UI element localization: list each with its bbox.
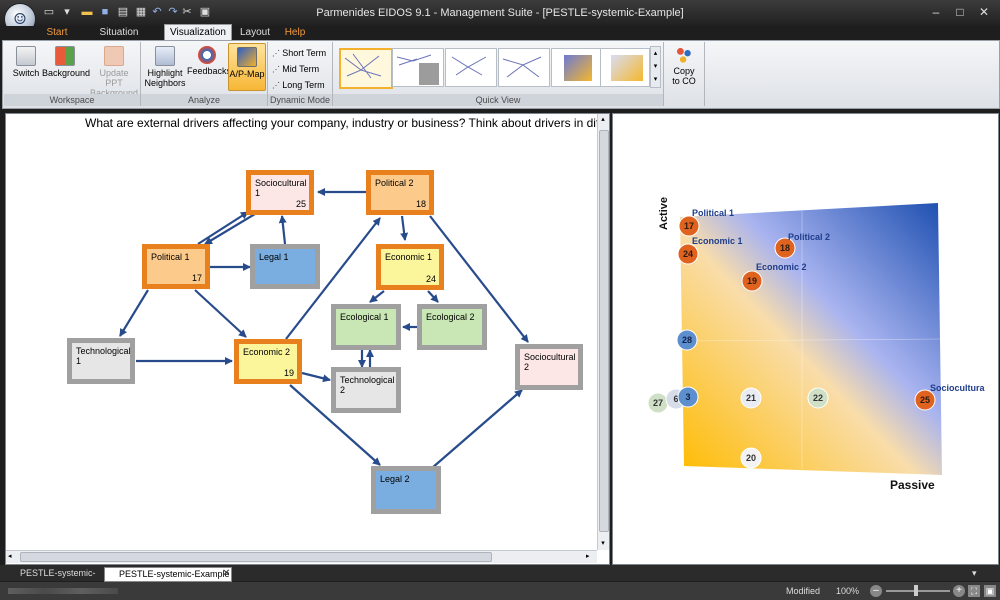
doc-tab-label: PESTLE-systemic-Example xyxy=(119,569,230,579)
ap-bubble-number: 21 xyxy=(746,393,756,403)
fit-page-icon[interactable]: ⛶ xyxy=(968,585,980,597)
status-modified: Modified xyxy=(786,586,821,596)
node-number: 17 xyxy=(191,273,202,283)
ap-bubble-number: 19 xyxy=(747,276,757,286)
scroll-up-icon[interactable]: ▴ xyxy=(599,116,607,124)
minimize-button[interactable]: – xyxy=(926,4,946,20)
arrow-sociocultural1-political1 xyxy=(204,213,256,245)
quick-view-thumb-6[interactable] xyxy=(600,48,650,87)
tab-list-dropdown-icon[interactable]: ▾ xyxy=(972,567,977,580)
vertical-scroll-thumb[interactable] xyxy=(599,130,609,532)
arrow-economic1-ecological1 xyxy=(369,290,385,303)
arrow-economic1-ecological2 xyxy=(427,290,439,303)
status-info-blurred xyxy=(8,588,118,594)
node-number: 25 xyxy=(295,199,306,209)
node-label: Political 1 xyxy=(151,252,190,262)
ap-label-political-1: Political 1 xyxy=(692,208,735,218)
zoom-out-icon[interactable]: – xyxy=(870,585,882,597)
node-label: Legal 1 xyxy=(259,252,289,262)
arrow-political2-economic1 xyxy=(400,215,409,241)
arrow-political1-economic2 xyxy=(194,289,247,338)
horizontal-scrollbar[interactable]: ◂ ▸ xyxy=(6,550,597,563)
vertical-scrollbar[interactable]: ▴ ▾ xyxy=(597,114,609,550)
axis-label-passive: Passive xyxy=(890,478,935,492)
zoom-slider[interactable] xyxy=(886,590,950,592)
copy-to-co-icon xyxy=(675,46,693,64)
zoom-slider-thumb[interactable] xyxy=(914,585,918,596)
node-label: Technological 2 xyxy=(340,375,395,395)
node-label: Ecological 1 xyxy=(340,312,389,322)
ap-bubble-number: 20 xyxy=(746,453,756,463)
scroll-left-icon[interactable]: ◂ xyxy=(8,552,16,561)
node-label: Legal 2 xyxy=(380,474,410,484)
copy-to-co-button[interactable]: Copy to CO xyxy=(666,46,702,86)
ap-bubble-number: 27 xyxy=(653,398,663,408)
node-label: Economic 1 xyxy=(385,252,433,262)
ap-bubble-number: 17 xyxy=(684,221,694,231)
ap-label-political-2: Political 2 xyxy=(788,232,831,242)
arrow-legal1-sociocultural1 xyxy=(278,215,287,245)
node-political-2[interactable]: Political 2 18 xyxy=(366,170,434,215)
node-number: 18 xyxy=(415,199,426,209)
ap-label-sociocultural: Sociocultura xyxy=(930,383,985,393)
node-label: Sociocultural 1 xyxy=(255,178,307,198)
ap-bubble-number: 22 xyxy=(813,393,823,403)
node-label: Technological 1 xyxy=(76,346,131,366)
ap-label-economic-2: Economic 2 xyxy=(756,262,807,272)
node-technological-2[interactable]: Technological 2 xyxy=(331,367,401,413)
fit-width-icon[interactable]: ▣ xyxy=(984,585,996,597)
ap-bubble-number: 3 xyxy=(685,392,690,402)
doc-tab-example[interactable]: PESTLE-systemic-Example xyxy=(104,567,232,582)
status-zoom-level: 100% xyxy=(836,586,860,596)
node-label: Economic 2 xyxy=(243,347,291,357)
node-technological-1[interactable]: Technological 1 xyxy=(67,338,135,384)
arrow-political1-sociocultural1 xyxy=(197,211,249,245)
node-sociocultural-1[interactable]: Sociocultural 1 25 xyxy=(246,170,314,215)
ap-bubble-number: 25 xyxy=(920,395,930,405)
node-label: Ecological 2 xyxy=(426,312,475,322)
node-number: 24 xyxy=(425,274,436,284)
node-legal-1[interactable]: Legal 1 xyxy=(250,244,320,289)
node-political-1[interactable]: Political 1 17 xyxy=(142,244,210,289)
copy-label-2: to CO xyxy=(672,76,696,86)
axis-label-active: Active xyxy=(658,196,670,230)
arrow-legal2-sociocultural2 xyxy=(431,389,523,469)
node-sociocultural-2[interactable]: Sociocultural 2 xyxy=(515,344,583,390)
arrow-economic2-technological2 xyxy=(301,371,331,383)
node-economic-2[interactable]: Economic 2 19 xyxy=(234,339,302,384)
group-copy: Copy to CO xyxy=(664,42,705,106)
thumb-map-icon xyxy=(611,55,643,81)
quick-view-scroll[interactable]: ▴ ▾ ▾ xyxy=(650,46,661,88)
zoom-in-icon[interactable]: + xyxy=(953,585,965,597)
close-button[interactable]: ✕ xyxy=(974,4,994,20)
ap-bubble-number: 28 xyxy=(682,335,692,345)
node-ecological-1[interactable]: Ecological 1 xyxy=(331,304,401,350)
node-legal-2[interactable]: Legal 2 xyxy=(371,466,441,514)
scroll-right-icon[interactable]: ▸ xyxy=(586,552,594,561)
node-number: 19 xyxy=(283,368,294,378)
node-ecological-2[interactable]: Ecological 2 xyxy=(417,304,487,350)
copy-label-1: Copy xyxy=(673,66,695,76)
scroll-down-icon[interactable]: ▾ xyxy=(599,540,607,548)
ap-bubble-number: 24 xyxy=(683,249,693,259)
node-label: Sociocultural 2 xyxy=(524,352,576,372)
node-label: Political 2 xyxy=(375,178,414,188)
ap-bubble-number: 18 xyxy=(780,243,790,253)
close-tab-icon[interactable]: ✕ xyxy=(222,567,230,580)
doc-tab-start[interactable]: PESTLE-systemic-Start xyxy=(6,567,112,591)
arrow-political1-technological1 xyxy=(119,289,149,337)
ap-label-economic-1: Economic 1 xyxy=(692,236,743,246)
horizontal-scroll-thumb[interactable] xyxy=(20,552,492,562)
maximize-button[interactable]: □ xyxy=(950,4,970,20)
ap-map-chart: 172418192827 6 3 21 22 2520 xyxy=(647,203,942,475)
node-economic-1[interactable]: Economic 1 24 xyxy=(376,244,444,290)
